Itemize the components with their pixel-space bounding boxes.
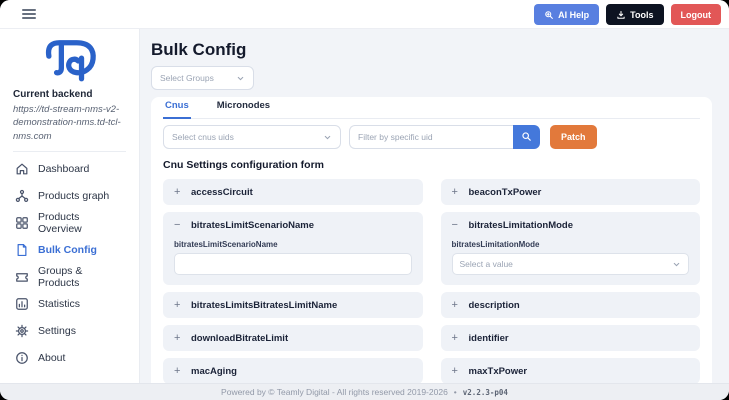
ticket-icon — [15, 270, 29, 284]
minus-icon: − — [174, 218, 181, 231]
accordion-header[interactable]: + accessCircuit — [163, 179, 423, 205]
backend-label: Current backend — [13, 89, 93, 100]
sidebar-item-bulk-config[interactable]: Bulk Config — [13, 237, 126, 264]
accordion-header[interactable]: + downloadBitrateLimit — [163, 325, 423, 351]
sidebar-nav: Dashboard Products graph Products Overvi… — [13, 156, 126, 372]
plus-icon: + — [174, 185, 181, 198]
plus-icon: + — [174, 364, 181, 377]
sidebar-divider — [13, 150, 126, 152]
accordion-bitratesLimitScenarioName: − bitratesLimitScenarioName bitratesLimi… — [163, 212, 423, 285]
page-title: Bulk Config — [151, 40, 247, 59]
accordion-maxTxPower: + maxTxPower — [440, 358, 701, 384]
chevron-down-icon — [236, 74, 245, 83]
plus-icon: + — [174, 331, 181, 344]
accordion-beaconTxPower: + beaconTxPower — [440, 179, 701, 205]
search-button[interactable] — [513, 125, 540, 149]
uid-filter-group — [349, 125, 540, 149]
groups-select[interactable]: Select Groups — [151, 66, 254, 90]
ai-help-button[interactable]: AI Help — [534, 4, 600, 25]
plus-icon: + — [451, 331, 458, 344]
plus-icon: + — [451, 298, 458, 311]
sidebar-item-groups-products[interactable]: Groups & Products — [13, 264, 126, 291]
accordion-body: bitratesLimitScenarioName — [163, 238, 423, 285]
main-content: Bulk Config Select Groups Cnus Micronode… — [141, 29, 729, 400]
accordion-header[interactable]: − bitratesLimitScenarioName — [163, 212, 423, 238]
download-icon — [616, 10, 626, 20]
graph-icon — [15, 189, 29, 203]
topbar-actions: AI Help Tools Logout — [534, 4, 721, 25]
uid-filter-input[interactable] — [349, 125, 513, 149]
bulk-config-card: Cnus Micronodes Select cnus uids Filter … — [151, 97, 712, 400]
sidebar-item-products-overview[interactable]: Products Overview — [13, 210, 126, 237]
sidebar: Current backend https://td-stream-nms-v2… — [0, 29, 140, 383]
accordion-header[interactable]: + macAging — [163, 358, 423, 384]
accordion-header[interactable]: + description — [441, 292, 701, 318]
app-version: v2.2.3-p04 — [462, 387, 508, 397]
sidebar-item-about[interactable]: About — [13, 345, 126, 372]
accordion-header[interactable]: + bitratesLimitsBitratesLimitName — [163, 292, 423, 318]
tab-cnus[interactable]: Cnus — [163, 100, 191, 119]
accordion-header[interactable]: − bitratesLimitationMode — [441, 212, 701, 238]
bar-chart-icon — [15, 297, 29, 311]
logout-button[interactable]: Logout — [670, 4, 721, 25]
sidebar-item-dashboard[interactable]: Dashboard — [13, 156, 126, 183]
info-icon — [15, 351, 29, 365]
sidebar-item-statistics[interactable]: Statistics — [13, 291, 126, 318]
footer-text: Powered by © Teamly Digital - All rights… — [221, 387, 448, 397]
accordion-bitratesLimitationMode: − bitratesLimitationMode bitratesLimitat… — [440, 212, 701, 285]
minus-icon: − — [451, 218, 458, 231]
search-icon — [521, 130, 532, 145]
accordion-accessCircuit: + accessCircuit — [163, 179, 423, 205]
accordion-downloadBitrateLimit: + downloadBitrateLimit — [163, 325, 423, 351]
accordion-grid: + accessCircuit − bitratesLimitScenarioN… — [163, 179, 700, 400]
plus-icon: + — [451, 185, 458, 198]
accordion-header[interactable]: + identifier — [441, 325, 701, 351]
patch-button[interactable]: Patch — [550, 125, 597, 149]
td-logo — [13, 36, 126, 84]
plus-icon: + — [174, 298, 181, 311]
hamburger-menu-icon[interactable] — [22, 9, 36, 19]
cnus-uids-select[interactable]: Select cnus uids — [163, 125, 341, 149]
search-sparkle-icon — [544, 10, 554, 20]
footer: Powered by © Teamly Digital - All rights… — [0, 383, 729, 400]
grid-icon — [15, 216, 29, 230]
accordion-identifier: + identifier — [440, 325, 701, 351]
tools-button[interactable]: Tools — [606, 4, 664, 25]
app-window: AI Help Tools Logout Current backend htt… — [0, 0, 729, 400]
form-title: Cnu Settings configuration form — [163, 159, 324, 171]
filter-row: Select cnus uids Patch — [163, 125, 700, 149]
accordion-description: + description — [440, 292, 701, 318]
home-icon — [15, 162, 29, 176]
accordion-header[interactable]: + beaconTxPower — [441, 179, 701, 205]
plus-icon: + — [451, 364, 458, 377]
accordion-col-right: + beaconTxPower − bitratesLimitationMode… — [440, 179, 701, 400]
footer-separator: • — [453, 387, 457, 397]
gear-icon — [15, 324, 29, 338]
sidebar-item-products-graph[interactable]: Products graph — [13, 183, 126, 210]
accordion-macAging: + macAging — [163, 358, 423, 384]
accordion-bitratesLimitsBitratesLimitName: + bitratesLimitsBitratesLimitName — [163, 292, 423, 318]
tab-micronodes[interactable]: Micronodes — [215, 100, 272, 119]
accordion-col-left: + accessCircuit − bitratesLimitScenarioN… — [163, 179, 423, 400]
accordion-header[interactable]: + maxTxPower — [441, 358, 701, 384]
file-icon — [15, 243, 29, 257]
topbar: AI Help Tools Logout — [0, 0, 729, 29]
chevron-down-icon — [323, 133, 332, 142]
accordion-body: bitratesLimitationMode Select a value — [441, 238, 701, 285]
field-input[interactable] — [174, 253, 412, 275]
backend-url: https://td-stream-nms-v2-demonstration-n… — [13, 104, 121, 142]
tabs: Cnus Micronodes — [163, 97, 700, 119]
field-select[interactable]: Select a value — [451, 253, 689, 275]
sidebar-item-settings[interactable]: Settings — [13, 318, 126, 345]
chevron-down-icon — [672, 260, 681, 269]
